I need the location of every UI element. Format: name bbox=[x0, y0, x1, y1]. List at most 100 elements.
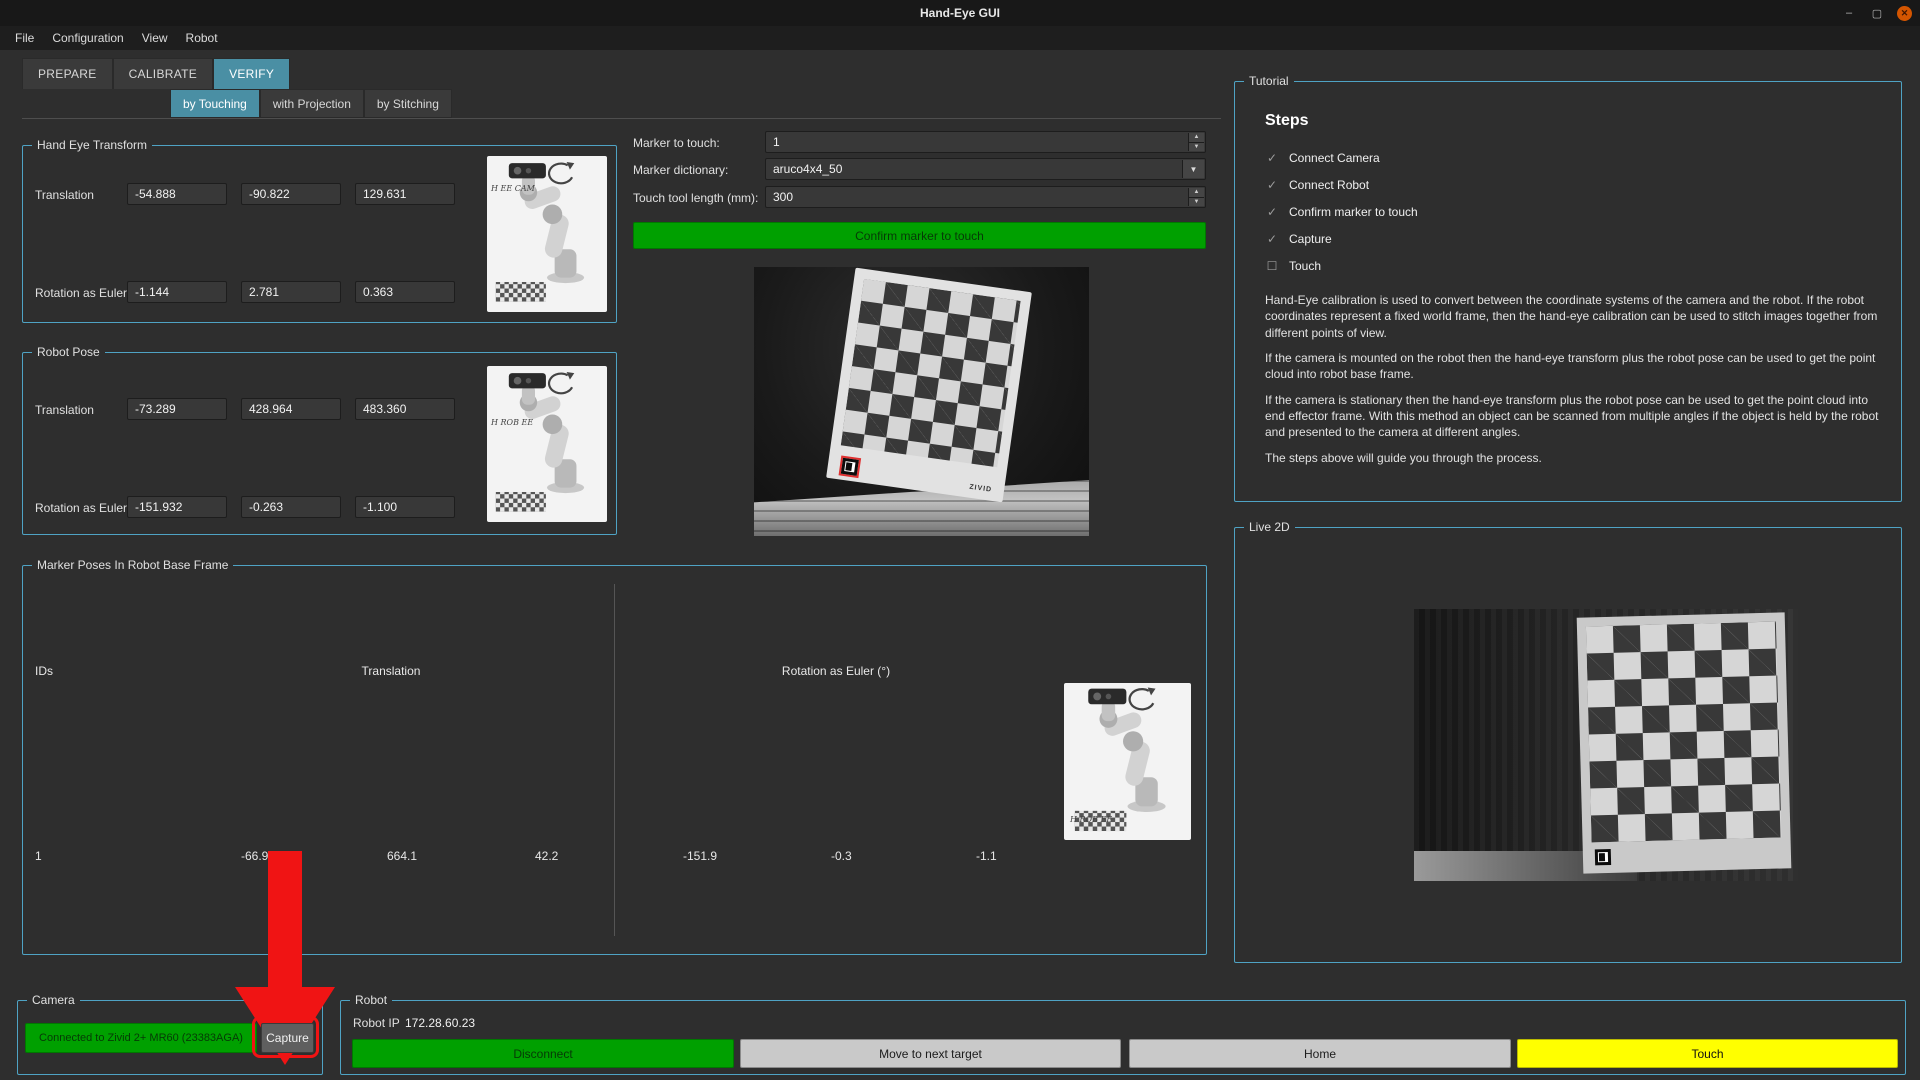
spin-down-icon[interactable]: ▼ bbox=[1189, 143, 1204, 152]
check-icon: ✓ bbox=[1265, 232, 1279, 246]
spin-down-icon[interactable]: ▼ bbox=[1189, 198, 1204, 207]
tab-calibrate[interactable]: CALIBRATE bbox=[113, 58, 214, 89]
camera-panel-title: Camera bbox=[27, 993, 80, 1007]
translation-label: Translation bbox=[35, 403, 94, 417]
spinner[interactable]: ▲▼ bbox=[1188, 133, 1204, 151]
move-to-next-target-button[interactable]: Move to next target bbox=[740, 1039, 1121, 1068]
tab-verify[interactable]: VERIFY bbox=[213, 58, 290, 89]
hand-eye-rotation-x[interactable]: -1.144 bbox=[127, 281, 227, 303]
calibration-board: ZIVID bbox=[826, 268, 1032, 503]
live-2d-title: Live 2D bbox=[1244, 520, 1295, 534]
check-icon: ✓ bbox=[1265, 178, 1279, 192]
spin-up-icon[interactable]: ▲ bbox=[1189, 188, 1204, 198]
row-rotation-y: -0.3 bbox=[831, 849, 852, 863]
hand-eye-transform-title: Hand Eye Transform bbox=[32, 138, 152, 152]
robot-pose-rotation-z[interactable]: -1.100 bbox=[355, 496, 455, 518]
tutorial-step: ✓ Connect Robot bbox=[1265, 171, 1418, 198]
marker-to-touch-value: 1 bbox=[773, 135, 780, 149]
dropdown-arrow-icon[interactable]: ▼ bbox=[1182, 160, 1204, 178]
menu-view[interactable]: View bbox=[133, 28, 177, 48]
hand-eye-image-label: H EE CAM bbox=[491, 184, 535, 193]
robot-ip-value[interactable]: 172.28.60.23 bbox=[405, 1016, 475, 1030]
column-translation: Translation bbox=[301, 664, 481, 678]
hand-eye-translation-y[interactable]: -90.822 bbox=[241, 183, 341, 205]
disconnect-button[interactable]: Disconnect bbox=[352, 1039, 734, 1068]
robot-pose-group: Robot Pose Translation -73.289 428.964 4… bbox=[22, 352, 617, 535]
robot-pose-translation-x[interactable]: -73.289 bbox=[127, 398, 227, 420]
aruco-marker-icon bbox=[841, 458, 859, 476]
subtab-with-projection[interactable]: with Projection bbox=[260, 89, 364, 118]
tutorial-step-label: Confirm marker to touch bbox=[1289, 205, 1418, 219]
tutorial-step: ✓Connect Camera bbox=[1265, 144, 1418, 171]
tutorial-steps: ✓Connect Camera✓Connect Robot✓Confirm ma… bbox=[1265, 144, 1418, 279]
robot-pose-illustration: H ROB EE bbox=[487, 366, 607, 522]
menu-robot[interactable]: Robot bbox=[177, 28, 227, 48]
hand-eye-translation-z[interactable]: 129.631 bbox=[355, 183, 455, 205]
robot-arm-icon bbox=[487, 156, 607, 312]
marker-dictionary-select[interactable]: aruco4x4_50 ▼ bbox=[765, 158, 1206, 180]
robot-pose-image-label: H ROB EE bbox=[491, 418, 533, 427]
robot-pose-translation-z[interactable]: 483.360 bbox=[355, 398, 455, 420]
marker-poses-group: Marker Poses In Robot Base Frame IDs Tra… bbox=[22, 565, 1207, 955]
tutorial-step-label: Touch bbox=[1289, 259, 1321, 273]
touch-tool-length-label: Touch tool length (mm): bbox=[633, 191, 758, 205]
confirm-marker-button[interactable]: Confirm marker to touch bbox=[633, 222, 1206, 249]
tab-pane-divider bbox=[22, 118, 1221, 119]
checkbox-unchecked-icon: ☐ bbox=[1265, 259, 1279, 273]
verify-subtabs: by Touching with Projection by Stitching bbox=[170, 89, 452, 118]
tab-prepare[interactable]: PREPARE bbox=[22, 58, 113, 89]
marker-to-touch-input[interactable]: 1 ▲▼ bbox=[765, 131, 1206, 153]
home-button[interactable]: Home bbox=[1129, 1039, 1511, 1068]
hand-eye-translation-x[interactable]: -54.888 bbox=[127, 183, 227, 205]
maximize-icon[interactable]: ▢ bbox=[1869, 5, 1885, 21]
tutorial-title: Tutorial bbox=[1244, 74, 1294, 88]
window-controls: – ▢ ✕ bbox=[1841, 0, 1912, 26]
row-translation-y: 664.1 bbox=[387, 849, 417, 863]
spin-up-icon[interactable]: ▲ bbox=[1189, 133, 1204, 143]
touch-button[interactable]: Touch bbox=[1517, 1039, 1898, 1068]
marker-dictionary-value: aruco4x4_50 bbox=[773, 162, 842, 176]
tutorial-paragraph: The steps above will guide you through t… bbox=[1265, 450, 1883, 466]
touch-tool-length-input[interactable]: 300 ▲▼ bbox=[765, 186, 1206, 208]
window-title: Hand-Eye GUI bbox=[920, 6, 1000, 20]
annotation-arrow-shaft bbox=[268, 851, 302, 989]
camera-capture-image: ZIVID bbox=[754, 267, 1089, 536]
board-brand-text: ZIVID bbox=[969, 484, 993, 494]
steps-heading: Steps bbox=[1265, 112, 1309, 130]
tutorial-step: ✓Confirm marker to touch bbox=[1265, 198, 1418, 225]
row-id: 1 bbox=[35, 849, 42, 863]
robot-pose-title: Robot Pose bbox=[32, 345, 105, 359]
checkerboard bbox=[841, 279, 1021, 467]
close-icon[interactable]: ✕ bbox=[1897, 6, 1912, 21]
robot-arm-icon bbox=[487, 366, 607, 522]
tutorial-paragraph: If the camera is mounted on the robot th… bbox=[1265, 350, 1883, 383]
check-icon: ✓ bbox=[1265, 151, 1279, 165]
menu-file[interactable]: File bbox=[6, 28, 43, 48]
minimize-icon[interactable]: – bbox=[1841, 5, 1857, 21]
menu-configuration[interactable]: Configuration bbox=[43, 28, 132, 48]
robot-pose-translation-y[interactable]: 428.964 bbox=[241, 398, 341, 420]
table-column-divider bbox=[614, 584, 615, 936]
eye-in-hand-illustration: H EE CAM bbox=[487, 156, 607, 312]
hand-eye-transform-group: Hand Eye Transform Translation -54.888 -… bbox=[22, 145, 617, 323]
tutorial-step: ✓Capture bbox=[1265, 225, 1418, 252]
hand-eye-rotation-y[interactable]: 2.781 bbox=[241, 281, 341, 303]
spinner[interactable]: ▲▼ bbox=[1188, 188, 1204, 206]
translation-label: Translation bbox=[35, 188, 94, 202]
app-window: Hand-Eye GUI – ▢ ✕ File Configuration Vi… bbox=[0, 0, 1920, 1080]
subtab-by-touching[interactable]: by Touching bbox=[170, 89, 260, 118]
robot-pose-rotation-x[interactable]: -151.932 bbox=[127, 496, 227, 518]
aruco-marker-icon bbox=[1595, 849, 1611, 865]
tutorial-step-label: Connect Robot bbox=[1289, 178, 1369, 192]
hand-eye-rotation-z[interactable]: 0.363 bbox=[355, 281, 455, 303]
subtab-by-stitching[interactable]: by Stitching bbox=[364, 89, 452, 118]
row-translation-z: 42.2 bbox=[535, 849, 558, 863]
marker-to-touch-label: Marker to touch: bbox=[633, 136, 720, 150]
robot-panel-group: Robot Robot IP 172.28.60.23 Disconnect M… bbox=[340, 1000, 1906, 1075]
main-tabs: PREPARE CALIBRATE VERIFY bbox=[22, 58, 290, 89]
titlebar: Hand-Eye GUI – ▢ ✕ bbox=[0, 0, 1920, 26]
touch-tool-length-value: 300 bbox=[773, 190, 793, 204]
camera-status-button[interactable]: Connected to Zivid 2+ MR60 (23383AGA) bbox=[25, 1023, 257, 1053]
robot-pose-rotation-y[interactable]: -0.263 bbox=[241, 496, 341, 518]
marker-poses-title: Marker Poses In Robot Base Frame bbox=[32, 558, 233, 572]
